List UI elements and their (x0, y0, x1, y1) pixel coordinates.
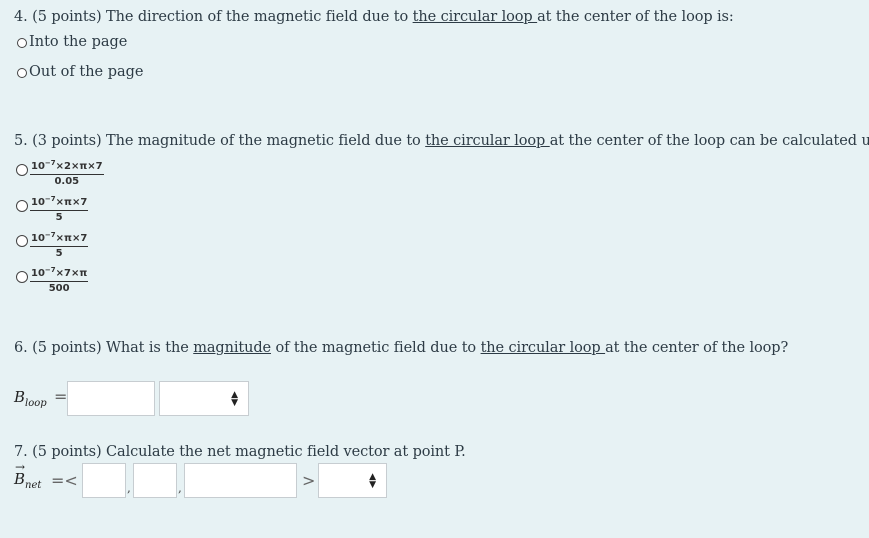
net-x-component-input[interactable] (82, 463, 126, 498)
question-5-suffix: at the center of the loop can be calcula… (549, 133, 869, 149)
formula-denominator: 500 (48, 283, 70, 294)
numerator-exponent: −7 (44, 231, 56, 239)
numerator-exponent: −7 (44, 159, 56, 167)
q5-option-2-radio[interactable] (16, 200, 28, 212)
numerator-rest: ×π×7 (55, 197, 88, 208)
b-loop-answer-input[interactable] (67, 381, 155, 416)
question-6-magnitude-link[interactable]: magnitude (193, 340, 271, 356)
numerator-base: 10 (31, 268, 45, 279)
question-6-suffix: at the center of the loop? (605, 340, 789, 356)
vector-close-bracket: > (302, 471, 316, 490)
q4-option-2-label[interactable]: Out of the page (29, 64, 144, 80)
numerator-exponent: −7 (44, 195, 56, 203)
formula-numerator: 10−7×2×π×7 (30, 157, 104, 175)
q4-option-1-label[interactable]: Into the page (29, 34, 127, 50)
b-net-sub: net (25, 480, 42, 491)
formula-denominator: 5 (55, 212, 63, 223)
numerator-base: 10 (31, 197, 45, 208)
numerator-base: 10 (31, 161, 45, 172)
numerator-rest: ×π×7 (55, 233, 88, 244)
q5-option-4-radio[interactable] (16, 271, 28, 283)
b-loop-variable: Bloop (14, 388, 47, 409)
question-5-link[interactable]: the circular loop (425, 133, 550, 149)
comma-separator-2: , (178, 481, 182, 495)
q5-option-3-formula[interactable]: 10−7×π×7 5 (30, 229, 89, 260)
q5-option-1-formula[interactable]: 10−7×2×π×7 0.05 (30, 157, 104, 188)
q5-option-2-formula[interactable]: 10−7×π×7 5 (30, 193, 89, 224)
comma-separator-1: , (127, 481, 131, 495)
net-y-component-input[interactable] (133, 463, 177, 498)
numerator-exponent: −7 (44, 266, 56, 274)
formula-numerator: 10−7×7×π (30, 264, 89, 282)
up-down-caret-icon: ▲ ▼ (369, 471, 376, 490)
numerator-rest: ×2×π×7 (55, 161, 103, 172)
question-4-text: 4. (5 points) The direction of the magne… (14, 9, 734, 25)
net-unit-select[interactable]: ▲ ▼ (318, 463, 387, 498)
equals-sign: = (54, 387, 68, 406)
question-4-suffix: at the center of the loop is: (537, 9, 734, 25)
question-5-prefix: 5. (3 points) The magnitude of the magne… (14, 133, 426, 149)
question-4-link[interactable]: the circular loop (413, 9, 538, 25)
b-loop-unit-select[interactable]: ▲ ▼ (159, 381, 249, 416)
q5-option-4-formula[interactable]: 10−7×7×π 500 (30, 264, 89, 295)
b-loop-main: B (14, 388, 26, 406)
vector-arrow-icon: → (15, 460, 26, 474)
numerator-rest: ×7×π (55, 268, 88, 279)
question-4-prefix: 4. (5 points) The direction of the magne… (14, 9, 413, 25)
question-7-text: 7. (5 points) Calculate the net magnetic… (14, 444, 466, 460)
question-6-loop-link[interactable]: the circular loop (481, 340, 606, 356)
formula-denominator: 5 (55, 248, 63, 259)
b-loop-sub: loop (25, 398, 47, 409)
q5-option-1-radio[interactable] (16, 164, 28, 176)
formula-numerator: 10−7×π×7 (30, 193, 89, 211)
formula-numerator: 10−7×π×7 (30, 229, 89, 247)
up-down-caret-icon: ▲ ▼ (231, 389, 238, 408)
q4-option-2-radio[interactable] (17, 68, 27, 78)
question-6-text: 6. (5 points) What is the magnitude of t… (14, 340, 788, 356)
formula-denominator: 0.05 (54, 176, 80, 187)
b-net-vector-variable: → Bnet (14, 460, 42, 491)
question-6-prefix: 6. (5 points) What is the (14, 340, 194, 356)
net-z-component-input[interactable] (184, 463, 297, 498)
q5-option-3-radio[interactable] (16, 235, 28, 247)
numerator-base: 10 (31, 233, 45, 244)
question-5-text: 5. (3 points) The magnitude of the magne… (14, 133, 869, 149)
q4-option-1-radio[interactable] (17, 38, 27, 48)
vector-open-bracket: =< (51, 471, 78, 490)
question-6-middle: of the magnetic field due to (271, 340, 481, 356)
quiz-page: 4. (5 points) The direction of the magne… (0, 0, 869, 538)
